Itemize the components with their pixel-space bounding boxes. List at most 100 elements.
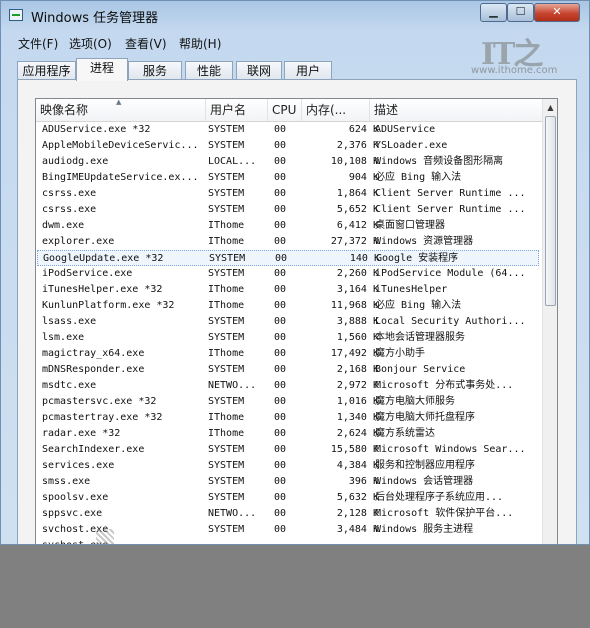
process-memory: 1,016 K — [336, 396, 379, 407]
gray-bottom-area — [0, 545, 590, 628]
process-name: sppsvc.exe — [42, 508, 103, 519]
table-row[interactable]: iPodService.exe SYSTEM 00 2,260 KiPodServic… — [37, 266, 539, 282]
minimize-button[interactable]: ▁ — [480, 3, 507, 22]
process-description: iTunesHelper — [375, 284, 448, 295]
process-description: Local Security Authori... — [375, 316, 526, 327]
process-cpu: 00 — [274, 236, 287, 247]
vertical-scrollbar[interactable]: ▲ — [542, 99, 557, 544]
close-button[interactable]: ✕ — [534, 3, 580, 22]
process-cpu: 00 — [274, 444, 287, 455]
process-name: pcmastersvc.exe *32 — [42, 396, 157, 407]
process-cpu: 00 — [274, 412, 287, 423]
process-memory: 3,484 K — [336, 524, 379, 535]
table-row[interactable]: mDNSResponder.exe SYSTEM 00 2,168 K Bonjour … — [37, 362, 539, 378]
process-user: SYSTEM — [208, 444, 245, 455]
watermark-url: www.ithome.com — [471, 65, 558, 76]
process-description: 后台处理程序子系统应用... — [375, 492, 504, 503]
process-user: SYSTEM — [208, 268, 245, 279]
process-memory: 1,560 K — [336, 332, 379, 343]
column-cpu[interactable]: CPU — [268, 99, 302, 121]
tab-performance[interactable]: 性能 — [185, 61, 233, 80]
tab-networking[interactable]: 联网 — [236, 61, 282, 80]
table-row[interactable]: AppleMobileDeviceServic... SYSTEM 00 2,376 … — [37, 138, 539, 154]
process-description: Bonjour Service — [375, 364, 466, 375]
process-cpu: 00 — [274, 284, 287, 295]
table-row[interactable]: KunlunPlatform.exe *32 IThome 00 11,968 K 必应… — [37, 298, 539, 314]
resize-grip — [96, 529, 114, 544]
table-row[interactable]: msdtc.exe NETWO... 00 2,972 K Microsoft 分布式事… — [37, 378, 539, 394]
column-description[interactable]: 描述 — [370, 99, 542, 121]
table-row[interactable]: audiodg.exe LOCAL... 00 10,108 K Windows 音频设… — [37, 154, 539, 170]
table-row[interactable]: explorer.exe IThome 00 27,372 K Windows 资源管理… — [37, 234, 539, 250]
table-row[interactable]: pcmastersvc.exe *32 SYSTEM 00 1,016 K 魔方电脑大师… — [37, 394, 539, 410]
process-description: 服务和控制器应用程序 — [375, 460, 475, 471]
process-list[interactable]: ▲ 映像名称 用户名 CPU 内存(... 描述 ADUService.exe … — [35, 98, 558, 544]
process-name: services.exe — [42, 460, 115, 471]
table-row[interactable]: dwm.exe IThome 00 6,412 K 桌面窗口管理器 — [37, 218, 539, 234]
table-row[interactable]: sppsvc.exe NETWO... 00 2,128 K Microsoft 软件保… — [37, 506, 539, 522]
process-memory: 11,968 K — [330, 300, 379, 311]
process-description: Client Server Runtime ... — [375, 204, 526, 215]
process-description: Windows 会话管理器 — [375, 476, 474, 487]
table-row[interactable]: lsass.exe SYSTEM 00 3,888 K Local Security A… — [37, 314, 539, 330]
process-name: iPodService.exe — [42, 268, 133, 279]
process-user: IThome — [208, 412, 245, 423]
tab-users[interactable]: 用户 — [284, 61, 332, 80]
process-name: magictray_x64.exe — [42, 348, 145, 359]
column-memory[interactable]: 内存(... — [302, 99, 370, 121]
process-cpu: 00 — [274, 188, 287, 199]
sort-ascending-icon: ▲ — [116, 99, 122, 106]
table-row[interactable]: smss.exe SYSTEM 00 396 K Windows 会话管理器 — [37, 474, 539, 490]
process-user: SYSTEM — [208, 524, 245, 535]
process-name: iTunesHelper.exe *32 — [42, 284, 163, 295]
process-memory: 2,376 K — [336, 140, 379, 151]
table-row[interactable]: csrss.exe SYSTEM 00 1,864 K Client Server Ru… — [37, 186, 539, 202]
table-row[interactable]: radar.exe *32 IThome 00 2,624 K 魔方系统雷达 — [37, 426, 539, 442]
table-row[interactable]: ADUService.exe *32 SYSTEM 00 624 K ADUServic… — [37, 122, 539, 138]
process-user: SYSTEM — [208, 460, 245, 471]
menu-file[interactable]: 文件(F) — [18, 35, 58, 52]
column-image-name-label: 映像名称 — [40, 103, 89, 117]
process-memory: 5,652 K — [336, 204, 379, 215]
process-cpu: 00 — [274, 332, 287, 343]
table-row[interactable]: magictray_x64.exe IThome 00 17,492 K 魔方小助手 — [37, 346, 539, 362]
process-user: IThome — [208, 348, 245, 359]
process-name: smss.exe — [42, 476, 91, 487]
table-row[interactable]: csrss.exe SYSTEM 00 5,652 K Client Server Ru… — [37, 202, 539, 218]
process-memory: 396 K — [348, 476, 379, 487]
process-cpu: 00 — [274, 140, 287, 151]
process-memory: 10,108 K — [330, 156, 379, 167]
table-row[interactable]: SearchIndexer.exe SYSTEM 00 15,580 K Microso… — [37, 442, 539, 458]
maximize-button[interactable]: ☐ — [507, 3, 534, 22]
table-row[interactable]: lsm.exe SYSTEM 00 1,560 K 本地会话管理器服务 — [37, 330, 539, 346]
process-cpu: 00 — [274, 268, 287, 279]
table-row[interactable]: iTunesHelper.exe *32 IThome 00 3,164 KiTune… — [37, 282, 539, 298]
process-description: Microsoft 软件保护平台... — [375, 508, 514, 519]
process-cpu: 00 — [274, 396, 287, 407]
tab-applications[interactable]: 应用程序 — [17, 61, 76, 80]
table-row[interactable]: pcmastertray.exe *32 IThome 00 1,340 K 魔方电脑大… — [37, 410, 539, 426]
tab-processes[interactable]: 进程 — [76, 58, 128, 81]
process-cpu: 00 — [274, 476, 287, 487]
process-memory: 1,340 K — [336, 412, 379, 423]
scrollbar-thumb[interactable] — [545, 116, 556, 306]
menu-view[interactable]: 查看(V) — [125, 35, 167, 52]
process-memory: 4,384 K — [336, 460, 379, 471]
column-image-name[interactable]: ▲ 映像名称 — [36, 99, 206, 121]
table-row[interactable]: services.exe SYSTEM 00 4,384 K 服务和控制器应用程序 — [37, 458, 539, 474]
process-memory: 2,260 K — [336, 268, 379, 279]
process-description: Microsoft 分布式事务处... — [375, 380, 514, 391]
process-memory: 27,372 K — [330, 236, 379, 247]
process-user: SYSTEM — [208, 364, 245, 375]
process-memory: 5,632 K — [336, 492, 379, 503]
menu-options[interactable]: 选项(O) — [69, 35, 112, 52]
tab-services[interactable]: 服务 — [128, 61, 182, 80]
column-user-name[interactable]: 用户名 — [206, 99, 268, 121]
table-row[interactable]: spoolsv.exe SYSTEM 00 5,632 K 后台处理程序子系统应用... — [37, 490, 539, 506]
process-user: SYSTEM — [208, 476, 245, 487]
menu-help[interactable]: 帮助(H) — [179, 35, 221, 52]
scroll-up-arrow-icon[interactable]: ▲ — [543, 99, 557, 116]
process-name: lsass.exe — [42, 316, 97, 327]
table-row[interactable]: BingIMEUpdateService.ex... SYSTEM 00 904 K必… — [37, 170, 539, 186]
table-row[interactable]: GoogleUpdate.exe *32 SYSTEM 00 140 K Google … — [37, 250, 539, 266]
